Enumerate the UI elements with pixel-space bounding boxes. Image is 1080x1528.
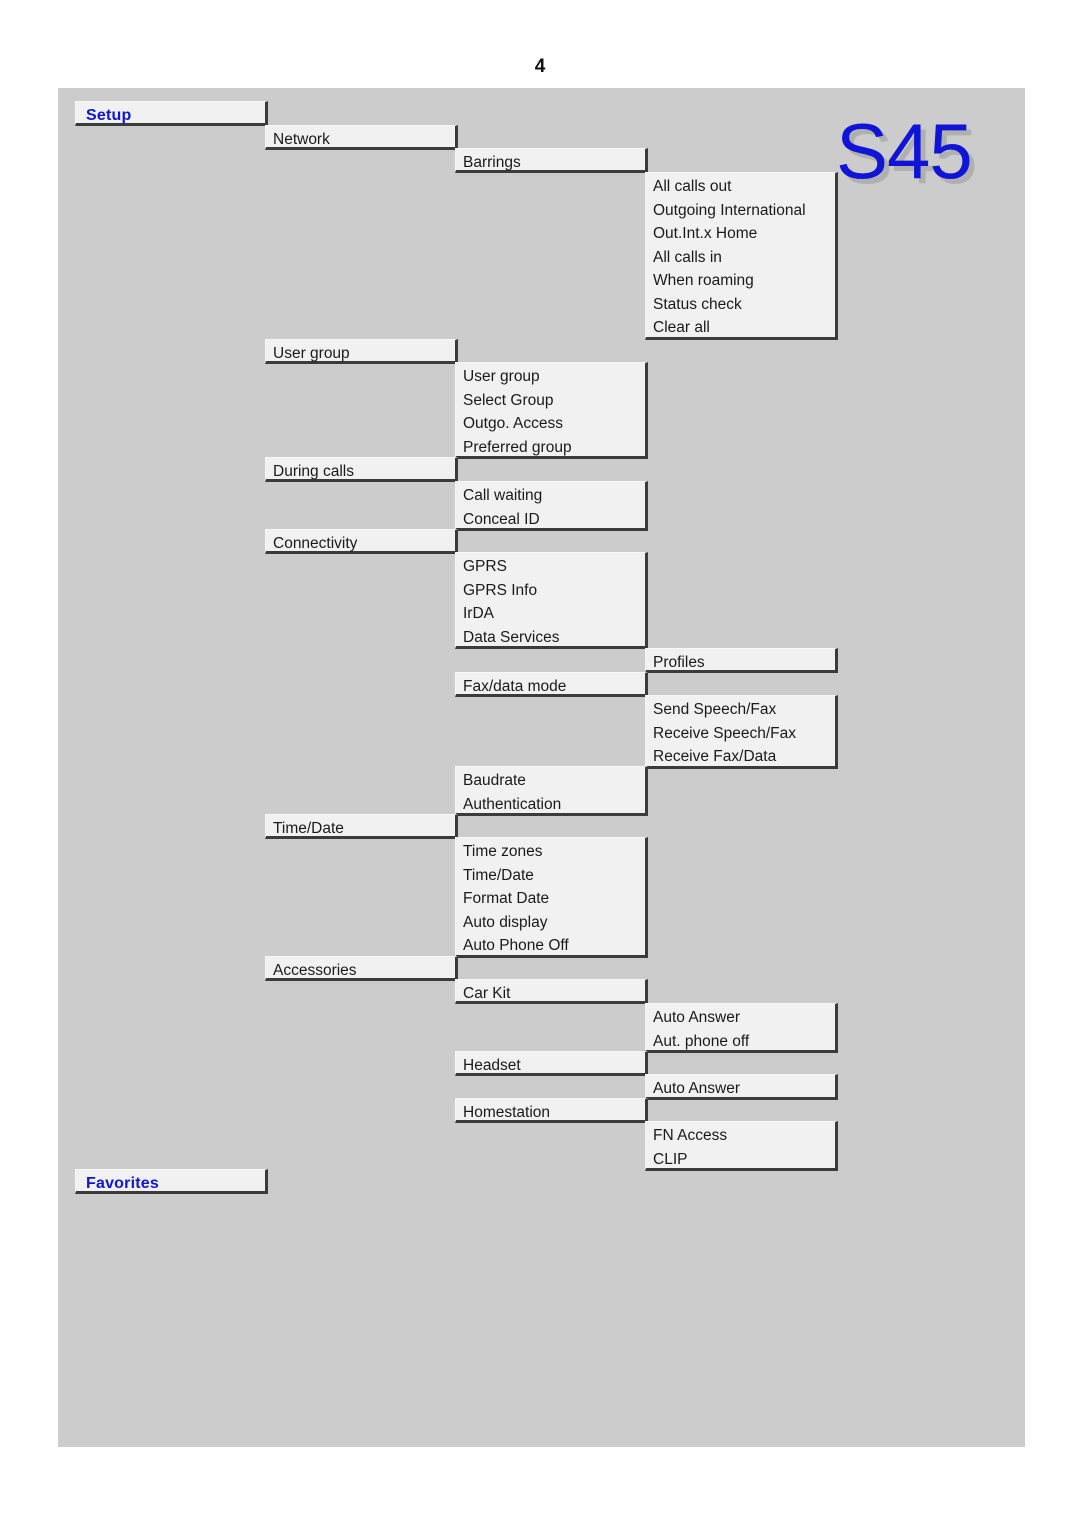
menu-box-headset[interactable]: Headset [455,1051,648,1076]
menu-item[interactable]: Clear all [653,316,835,340]
menu-box-connectivity[interactable]: Connectivity [265,529,458,554]
menu-box-fax-data-mode-items[interactable]: Send Speech/Fax Receive Speech/Fax Recei… [645,695,838,769]
menu-item[interactable]: GPRS [463,555,645,579]
menu-box-headset-items[interactable]: Auto Answer [645,1074,838,1100]
menu-box-setup[interactable]: Setup [75,101,268,126]
menu-item[interactable]: Auto Answer [653,1077,835,1101]
menu-box-user-group-items[interactable]: User group Select Group Outgo. Access Pr… [455,362,648,459]
menu-item[interactable]: Auto Phone Off [463,934,645,958]
menu-label: Barrings [463,154,521,171]
menu-item[interactable]: Status check [653,293,835,317]
menu-item[interactable]: Time zones [463,840,645,864]
menu-box-car-kit[interactable]: Car Kit [455,979,648,1004]
menu-item[interactable]: FN Access [653,1124,835,1148]
menu-item[interactable]: Out.Int.x Home [653,222,835,246]
menu-label: Time/Date [273,820,344,837]
menu-box-time-date-items[interactable]: Time zones Time/Date Format Date Auto di… [455,837,648,958]
menu-item[interactable]: GPRS Info [463,579,645,603]
menu-box-connectivity-items[interactable]: GPRS GPRS Info IrDA Data Services [455,552,648,649]
menu-box-favorites[interactable]: Favorites [75,1169,268,1194]
page-number: 4 [534,56,546,77]
menu-box-profiles[interactable]: Profiles [645,648,838,673]
menu-item[interactable]: Aut. phone off [653,1030,835,1054]
menu-item[interactable]: Outgo. Access [463,412,645,436]
menu-label: Headset [463,1057,521,1074]
menu-label: Favorites [86,1175,159,1192]
menu-label: User group [273,345,350,362]
menu-item[interactable]: Format Date [463,887,645,911]
menu-item[interactable]: CLIP [653,1148,835,1172]
menu-box-barrings-items[interactable]: All calls out Outgoing International Out… [645,172,838,340]
menu-item[interactable]: Receive Speech/Fax [653,722,835,746]
menu-box-accessories[interactable]: Accessories [265,956,458,981]
menu-label: Network [273,131,330,148]
menu-item[interactable]: Auto Answer [653,1006,835,1030]
menu-label: Homestation [463,1104,551,1121]
menu-item[interactable]: Outgoing International [653,199,835,223]
menu-item[interactable]: Select Group [463,389,645,413]
menu-box-during-calls-items[interactable]: Call waiting Conceal ID [455,481,648,531]
menu-item[interactable]: Time/Date [463,864,645,888]
menu-item[interactable]: Auto display [463,911,645,935]
menu-label: Setup [86,107,132,124]
menu-label: During calls [273,463,354,480]
menu-item[interactable]: Receive Fax/Data [653,745,835,769]
menu-box-fax-data-mode[interactable]: Fax/data mode [455,672,648,697]
menu-box-time-date[interactable]: Time/Date [265,814,458,839]
menu-box-homestation-items[interactable]: FN Access CLIP [645,1121,838,1171]
menu-item[interactable]: Authentication [463,793,645,817]
menu-item[interactable]: All calls out [653,175,835,199]
menu-item[interactable]: IrDA [463,602,645,626]
menu-item[interactable]: Call waiting [463,484,645,508]
menu-label: Fax/data mode [463,678,567,695]
menu-item[interactable]: Preferred group [463,436,645,460]
menu-item[interactable]: Baudrate [463,769,645,793]
menu-box-user-group[interactable]: User group [265,339,458,364]
menu-box-baudrate-items[interactable]: Baudrate Authentication [455,766,648,816]
menu-label: Car Kit [463,985,511,1002]
menu-item[interactable]: All calls in [653,246,835,270]
menu-box-barrings[interactable]: Barrings [455,148,648,173]
menu-item[interactable]: Conceal ID [463,508,645,532]
menu-label: Profiles [653,654,705,671]
menu-item[interactable]: When roaming [653,269,835,293]
menu-box-network[interactable]: Network [265,125,458,150]
menu-label: Connectivity [273,535,358,552]
menu-item[interactable]: User group [463,365,645,389]
menu-item[interactable]: Data Services [463,626,645,650]
menu-label: Accessories [273,962,357,979]
product-logo: S45 [836,107,973,195]
menu-item[interactable]: Send Speech/Fax [653,698,835,722]
menu-box-car-kit-items[interactable]: Auto Answer Aut. phone off [645,1003,838,1053]
menu-box-during-calls[interactable]: During calls [265,457,458,482]
menu-box-homestation[interactable]: Homestation [455,1098,648,1123]
